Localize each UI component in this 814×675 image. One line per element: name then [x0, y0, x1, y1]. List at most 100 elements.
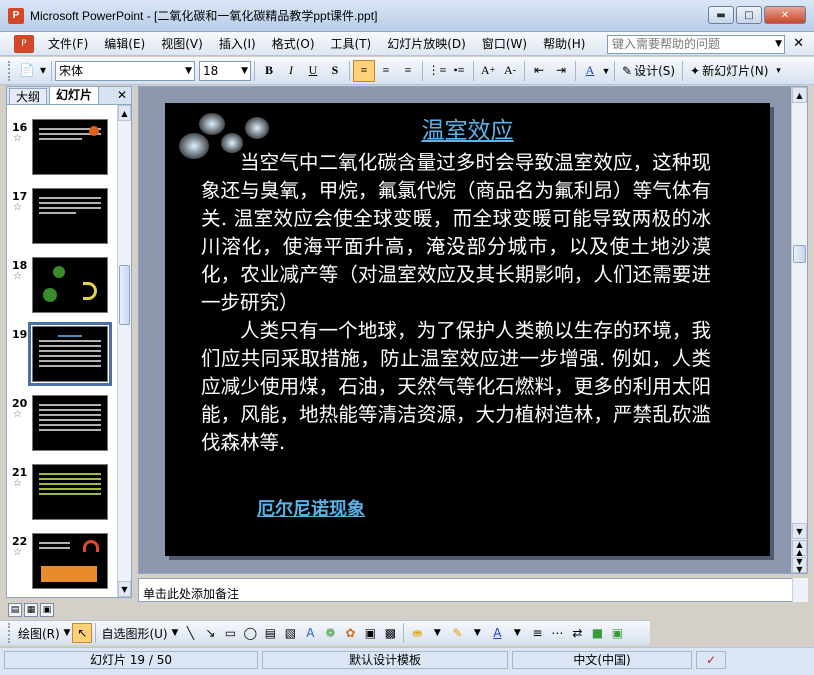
powerpoint-icon[interactable]: P	[8, 7, 24, 24]
thumbnail-image[interactable]	[32, 257, 108, 313]
menu-edit[interactable]: 编辑(E)	[96, 33, 153, 55]
chevron-down-icon[interactable]: ▼	[427, 623, 447, 643]
close-button[interactable]: ✕	[764, 6, 806, 24]
close-icon[interactable]: ✕	[117, 88, 127, 102]
maximize-button[interactable]: □	[736, 6, 762, 24]
slide-thumbnail-19[interactable]: 19	[7, 322, 117, 386]
thumbnail-scrollbar[interactable]: ▲ ▼	[117, 105, 131, 597]
scroll-up-icon[interactable]: ▲	[792, 87, 807, 103]
scroll-down-icon[interactable]: ▼	[118, 581, 131, 597]
scroll-thumb[interactable]	[793, 245, 806, 263]
oval-icon[interactable]: ◯	[240, 623, 260, 643]
bold-button[interactable]: B	[258, 60, 280, 82]
wordart-icon[interactable]: A	[300, 623, 320, 643]
slide-thumbnail-20[interactable]: 20 ☆	[7, 393, 117, 453]
toolbar-options-icon[interactable]: ▾	[38, 60, 48, 82]
slide-canvas[interactable]: 温室效应 当空气中二氧化碳含量过多时会导致温室效应，这种现象还与臭氧，甲烷，氟氯…	[165, 103, 770, 556]
picture-icon[interactable]: ▩	[380, 623, 400, 643]
bullets-icon[interactable]: •≡	[448, 60, 470, 82]
thumbnail-image[interactable]	[32, 464, 108, 520]
shadow-style-icon[interactable]: ■	[587, 623, 607, 643]
notes-scrollbar[interactable]	[792, 578, 808, 602]
menu-file[interactable]: 文件(F)	[40, 33, 96, 55]
autoshapes-menu-button[interactable]: 自选图形(U) ▼	[99, 623, 180, 643]
thumbnail-image[interactable]	[32, 533, 108, 589]
vertical-textbox-icon[interactable]: ▧	[280, 623, 300, 643]
slide-thumbnail-21[interactable]: 21 ☆	[7, 462, 117, 522]
scroll-down-icon[interactable]: ▼	[792, 523, 807, 539]
slide-title[interactable]: 温室效应	[165, 111, 770, 145]
help-search-input[interactable]: 键入需要帮助的问题 ▼	[607, 35, 785, 54]
align-center-icon[interactable]: ≡	[375, 60, 397, 82]
design-button[interactable]: ✎ 设计(S)	[618, 62, 679, 79]
insert-picture-icon[interactable]: ▣	[360, 623, 380, 643]
menu-insert[interactable]: 插入(I)	[211, 33, 264, 55]
shadow-button[interactable]: S	[324, 60, 346, 82]
chevron-down-icon[interactable]: ▼	[467, 623, 487, 643]
normal-view-icon[interactable]: ▤	[8, 603, 22, 617]
slide-thumbnail-16[interactable]: 16 ☆	[7, 117, 117, 177]
previous-slide-icon[interactable]: ▲ ▲	[792, 540, 807, 557]
italic-button[interactable]: I	[280, 60, 302, 82]
numbering-icon[interactable]: ⋮≡	[426, 60, 448, 82]
new-document-icon[interactable]: 📄	[16, 60, 38, 82]
notes-pane[interactable]: 单击此处添加备注	[138, 578, 808, 602]
slide-hyperlink[interactable]: 厄尔尼诺现象	[257, 495, 365, 521]
editor-scrollbar[interactable]: ▲ ▼ ▲ ▲ ▼ ▼	[791, 87, 807, 574]
dash-style-icon[interactable]: ⋯	[547, 623, 567, 643]
fill-color-icon[interactable]: ⛂	[407, 623, 427, 643]
scroll-up-icon[interactable]: ▲	[118, 105, 131, 121]
draw-menu-button[interactable]: 绘图(R) ▼	[16, 623, 72, 643]
slide-body[interactable]: 当空气中二氧化碳含量过多时会导致温室效应，这种现象还与臭氧，甲烷，氟氯代烷（商品…	[201, 149, 711, 457]
increase-font-icon[interactable]: A +	[477, 60, 499, 82]
font-color-icon[interactable]: A	[487, 623, 507, 643]
chevron-down-icon[interactable]: ▼	[241, 62, 248, 80]
spellcheck-icon[interactable]: ✓	[696, 651, 726, 669]
tab-outline[interactable]: 大纲	[9, 88, 48, 104]
thumbnail-image[interactable]	[32, 188, 108, 244]
rectangle-icon[interactable]: ▭	[220, 623, 240, 643]
chevron-down-icon[interactable]: ▼	[507, 623, 527, 643]
line-style-icon[interactable]: ≡	[527, 623, 547, 643]
tab-slides[interactable]: 幻灯片	[49, 86, 100, 104]
document-icon[interactable]: P	[14, 34, 34, 53]
3d-style-icon[interactable]: ▣	[607, 623, 627, 643]
line-color-icon[interactable]: ✎	[447, 623, 467, 643]
minimize-button[interactable]: ▬	[708, 6, 734, 24]
font-color-icon[interactable]: A	[579, 60, 601, 82]
font-name-select[interactable]: 宋体 ▼	[55, 60, 195, 81]
diagram-icon[interactable]: ❁	[320, 623, 340, 643]
scroll-thumb[interactable]	[119, 265, 130, 325]
toolbar-grip[interactable]	[8, 60, 12, 81]
menu-format[interactable]: 格式(O)	[264, 33, 323, 55]
thumbnail-image[interactable]	[28, 322, 112, 386]
chevron-down-icon[interactable]: ▼	[601, 60, 611, 82]
document-close-icon[interactable]: ✕	[793, 36, 804, 51]
decrease-indent-icon[interactable]: ⇤	[528, 60, 550, 82]
menu-help[interactable]: 帮助(H)	[535, 33, 593, 55]
next-slide-icon[interactable]: ▼ ▼	[792, 557, 807, 574]
decrease-font-icon[interactable]: A-	[499, 60, 521, 82]
increase-indent-icon[interactable]: ⇥	[550, 60, 572, 82]
align-right-icon[interactable]: ≡	[397, 60, 419, 82]
slide-sorter-icon[interactable]: ▦	[24, 603, 38, 617]
arrow-style-icon[interactable]: ⇄	[567, 623, 587, 643]
select-pointer-icon[interactable]: ↖	[72, 623, 93, 643]
menu-slideshow[interactable]: 幻灯片放映(D)	[379, 33, 474, 55]
new-slide-button[interactable]: ✦ 新幻灯片(N)	[686, 62, 772, 79]
slideshow-icon[interactable]: ▣	[40, 603, 54, 617]
menu-tools[interactable]: 工具(T)	[323, 33, 380, 55]
clipart-icon[interactable]: ✿	[340, 623, 360, 643]
slide-thumbnail-22[interactable]: 22 ☆	[7, 531, 117, 591]
underline-button[interactable]: U	[302, 60, 324, 82]
line-icon[interactable]: ╲	[180, 623, 200, 643]
thumbnail-image[interactable]	[32, 395, 108, 451]
menu-window[interactable]: 窗口(W)	[474, 33, 535, 55]
arrow-icon[interactable]: ↘	[200, 623, 220, 643]
font-size-select[interactable]: 18 ▼	[199, 60, 251, 81]
toolbar-options-icon[interactable]: ▾	[772, 60, 784, 82]
chevron-down-icon[interactable]: ▼	[775, 36, 782, 53]
slide-thumbnail-17[interactable]: 17 ☆	[7, 186, 117, 246]
align-left-icon[interactable]: ≡	[353, 59, 375, 82]
textbox-icon[interactable]: ▤	[260, 623, 280, 643]
